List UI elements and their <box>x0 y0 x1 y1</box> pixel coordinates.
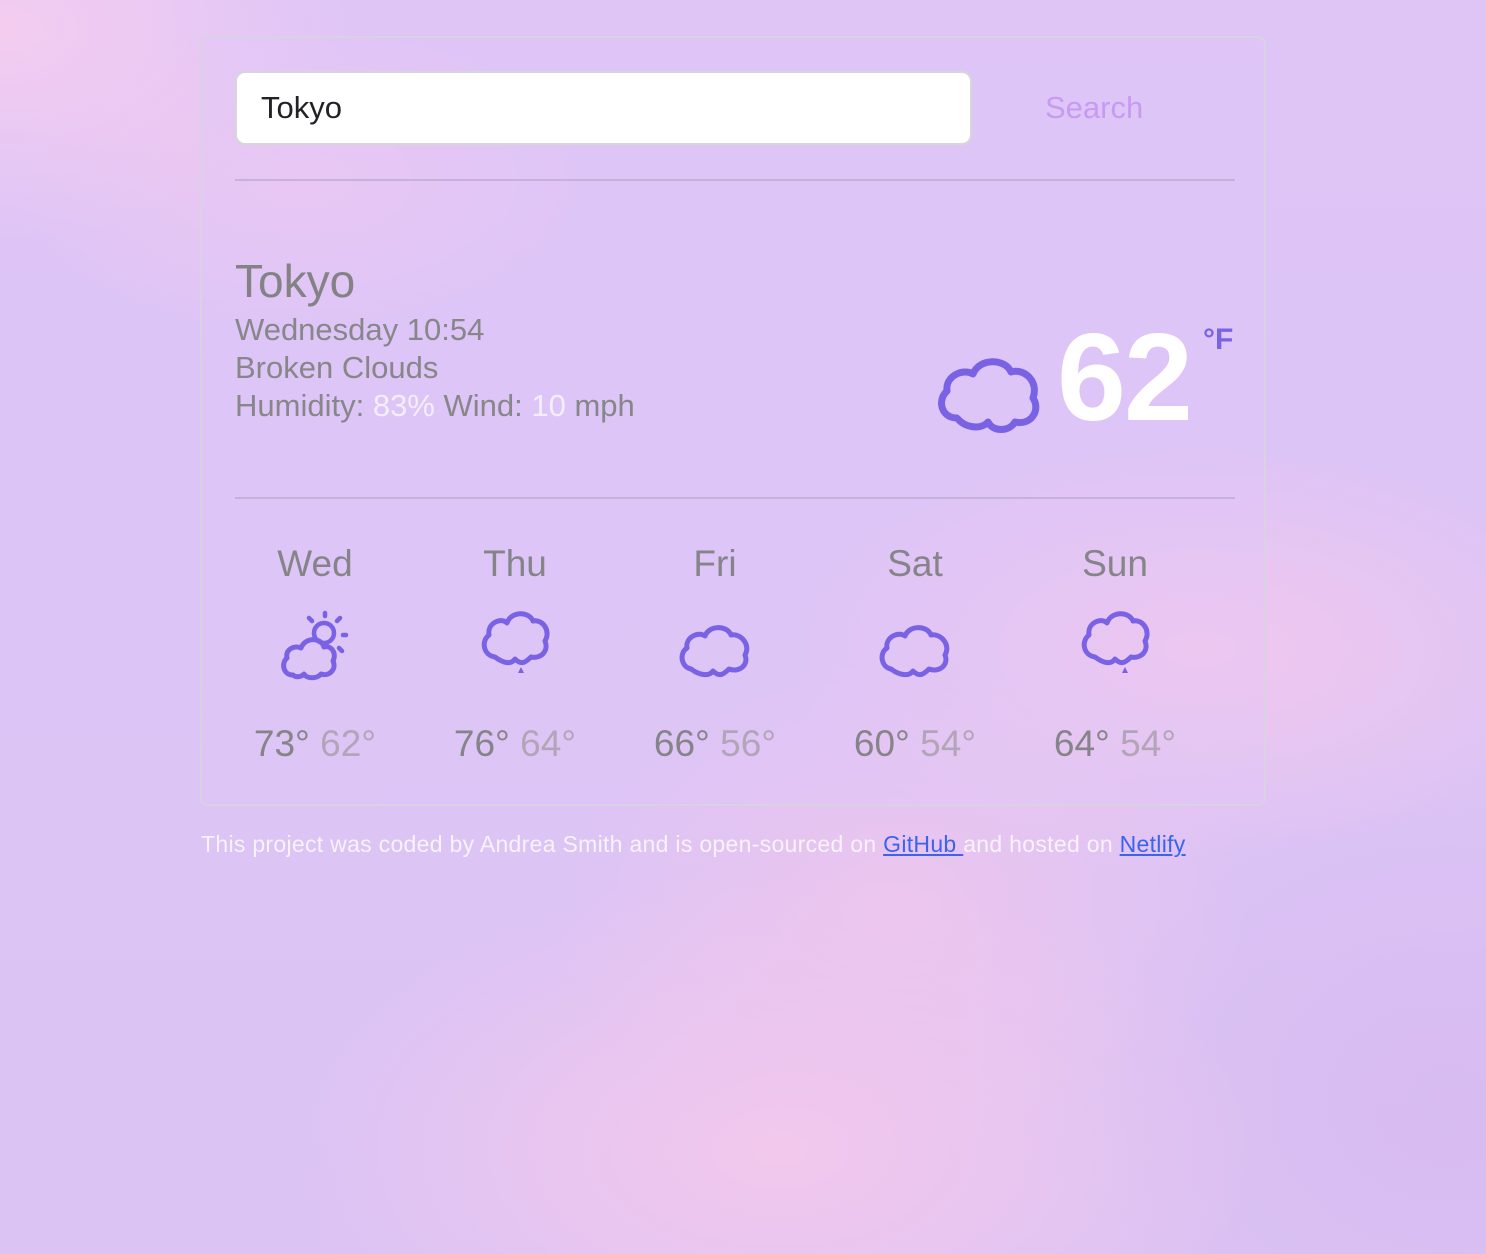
forecast-max-temp: 73° <box>253 723 310 764</box>
forecast-max-temp: 76° <box>453 723 510 764</box>
weather-description: Broken Clouds <box>235 350 439 385</box>
cloud-rain-icon <box>1075 603 1155 683</box>
divider <box>235 497 1235 499</box>
unit-fahrenheit-toggle[interactable]: °F <box>1203 323 1233 357</box>
forecast-temps: 73° 62° <box>235 723 395 765</box>
footer-text: and hosted on <box>963 831 1120 857</box>
forecast-min-temp: 56° <box>720 723 777 764</box>
forecast-max-temp: 66° <box>653 723 710 764</box>
github-link[interactable]: GitHub <box>883 831 963 857</box>
wind-unit: mph <box>574 388 635 423</box>
wind-value: 10 <box>531 388 566 423</box>
wind-label: Wind: <box>443 388 523 423</box>
weather-card: Search Tokyo Wednesday 10:54 Broken Clou… <box>200 36 1266 806</box>
search-form: Search <box>235 71 1235 147</box>
forecast-temps: 60° 54° <box>835 723 995 765</box>
netlify-link[interactable]: Netlify <box>1120 831 1186 857</box>
forecast-max-temp: 64° <box>1053 723 1110 764</box>
city-name: Tokyo <box>235 255 356 307</box>
divider <box>235 179 1235 181</box>
cloud-icon <box>875 603 955 683</box>
forecast-min-temp: 54° <box>920 723 977 764</box>
forecast-min-temp: 54° <box>1120 723 1177 764</box>
forecast-day-name: Sat <box>887 543 943 584</box>
forecast-temps: 76° 64° <box>435 723 595 765</box>
forecast-day-name: Wed <box>277 543 353 584</box>
humidity-label: Humidity: <box>235 388 365 423</box>
forecast-day: Sat 60° 54° <box>835 533 1035 783</box>
current-weather: Tokyo Wednesday 10:54 Broken Clouds Humi… <box>235 253 1235 453</box>
search-button[interactable]: Search <box>1015 85 1175 131</box>
forecast-min-temp: 64° <box>520 723 577 764</box>
forecast-max-temp: 60° <box>853 723 910 764</box>
forecast-day: Fri 66° 56° <box>635 533 835 783</box>
date-time: Wednesday 10:54 <box>235 312 485 347</box>
forecast-temps: 66° 56° <box>635 723 795 765</box>
partly-cloudy-icon <box>275 603 355 683</box>
humidity-value: 83% <box>372 388 435 423</box>
cloud-icon <box>675 603 755 683</box>
forecast-list: Wed 73° 62° Thu 76° 64° Fri 66° 56° Sat … <box>235 533 1235 783</box>
forecast-day: Thu 76° 64° <box>435 533 635 783</box>
city-search-input[interactable] <box>235 71 972 145</box>
cloud-icon <box>935 348 1045 438</box>
forecast-temps: 64° 54° <box>1035 723 1195 765</box>
current-temperature: 62 <box>1057 309 1193 447</box>
forecast-day-name: Thu <box>483 543 547 584</box>
forecast-day: Wed 73° 62° <box>235 533 435 783</box>
cloud-rain-icon <box>475 603 555 683</box>
forecast-day: Sun 64° 54° <box>1035 533 1235 783</box>
forecast-day-name: Fri <box>693 543 737 584</box>
footer: This project was coded by Andrea Smith a… <box>201 831 1186 858</box>
forecast-min-temp: 62° <box>320 723 377 764</box>
humidity-wind: Humidity: 83% Wind: 10 mph <box>235 387 635 425</box>
footer-text: This project was coded by Andrea Smith a… <box>201 831 884 857</box>
forecast-day-name: Sun <box>1082 543 1148 584</box>
